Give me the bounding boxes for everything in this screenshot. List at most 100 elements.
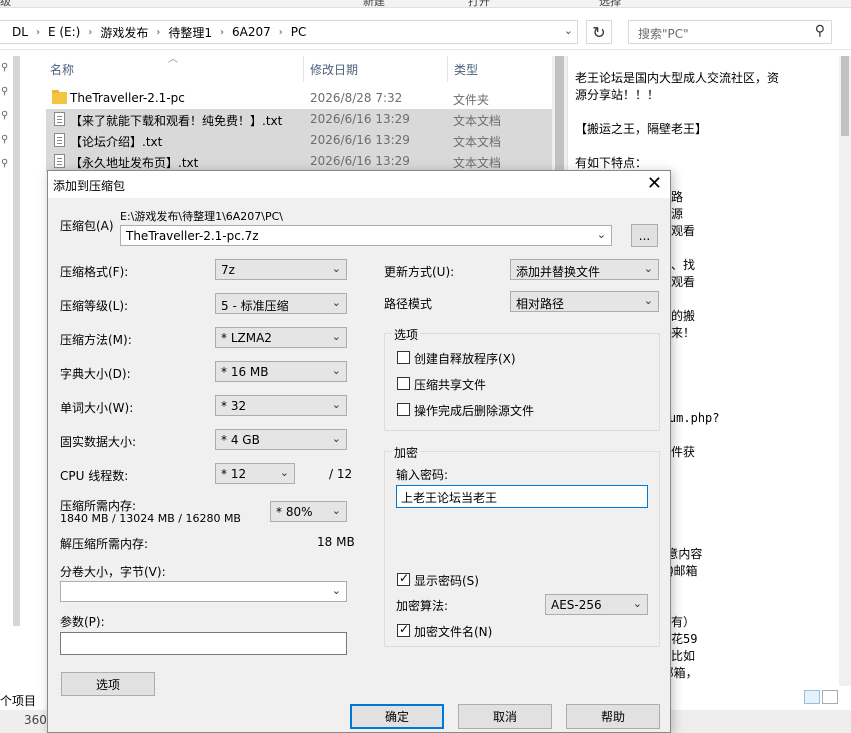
crumb-drive[interactable]: E (E:) — [43, 25, 85, 39]
chevron-down-icon[interactable]: ⌄ — [332, 584, 341, 597]
split-select[interactable]: ⌄ — [60, 581, 347, 602]
search-icon[interactable]: ⚲ — [815, 23, 825, 39]
sfx-label[interactable]: 创建自释放程序(X) — [414, 350, 516, 367]
pin-icon[interactable]: ⚲ — [1, 62, 8, 73]
params-input[interactable] — [60, 632, 347, 655]
chevron-down-icon[interactable]: ⌄ — [332, 432, 341, 445]
refresh-button[interactable]: ↻ — [586, 20, 612, 44]
column-header-date[interactable]: 修改日期 — [310, 61, 358, 85]
word-select[interactable]: * 32 ⌄ — [215, 395, 347, 416]
preview-line: 老王论坛是国内大型成人交流社区，资 — [575, 71, 780, 85]
password-value[interactable]: 上老王论坛当老王 — [401, 489, 497, 506]
chevron-right-icon[interactable]: › — [276, 27, 286, 38]
method-select[interactable]: * LZMA2 ⌄ — [215, 327, 347, 348]
update-select[interactable]: 添加并替换文件 ⌄ — [510, 259, 659, 280]
format-value: 7z — [221, 263, 235, 277]
refresh-icon: ↻ — [592, 22, 606, 42]
show-password-label[interactable]: 显示密码(S) — [414, 572, 479, 589]
search-placeholder: 搜索"PC" — [638, 27, 689, 41]
chevron-down-icon[interactable]: ⌄ — [332, 330, 341, 343]
details-view-icon[interactable] — [804, 690, 820, 704]
ribbon-item[interactable]: 级 — [0, 0, 11, 7]
crumb-folder[interactable]: 游戏发布 — [95, 24, 153, 41]
cancel-button[interactable]: 取消 — [458, 704, 552, 729]
chevron-down-icon[interactable]: ⌄ — [332, 504, 341, 517]
file-row[interactable]: TheTraveller-2.1-pc 2026/8/28 7:32 文件夹 — [46, 88, 552, 109]
show-password-checkbox[interactable] — [397, 571, 410, 586]
chevron-down-icon[interactable]: ⌄ — [332, 296, 341, 309]
close-icon[interactable]: ✕ — [647, 173, 662, 194]
pathmode-select[interactable]: 相对路径 ⌄ — [510, 291, 659, 312]
file-row[interactable]: 【来了就能下载和观看！纯免费！】.txt 2026/6/16 13:29 文本文档 — [46, 109, 552, 130]
chevron-down-icon[interactable]: ⌄ — [644, 294, 653, 307]
crumb-folder[interactable]: 待整理1 — [163, 24, 217, 41]
encrypt-names-checkbox[interactable] — [397, 622, 410, 637]
decomp-label: 解压缩所需内存: — [60, 537, 149, 551]
chevron-down-icon[interactable]: ⌄ — [332, 398, 341, 411]
delete-after-checkbox[interactable] — [397, 403, 410, 416]
pin-icon[interactable]: ⚲ — [1, 134, 8, 145]
word-value: * 32 — [221, 399, 247, 413]
nav-scrollbar[interactable] — [13, 56, 20, 626]
chevron-right-icon[interactable]: › — [33, 27, 43, 38]
file-row[interactable]: 【论坛介绍】.txt 2026/6/16 13:29 文本文档 — [46, 130, 552, 151]
breadcrumb[interactable]: DL › E (E:) › 游戏发布 › 待整理1 › 6A207 › PC ⌄ — [0, 20, 578, 44]
archive-name-combo[interactable]: TheTraveller-2.1-pc.7z ⌄ — [120, 225, 612, 246]
search-input[interactable]: 搜索"PC" ⚲ — [628, 20, 832, 44]
column-header-name[interactable]: 名称 — [50, 61, 74, 85]
ribbon-item[interactable]: 选择 — [599, 0, 621, 7]
chevron-down-icon[interactable]: ⌄ — [633, 597, 642, 610]
scrollbar-thumb[interactable] — [555, 56, 564, 176]
dialog-title-bar[interactable]: 添加到压缩包 ✕ — [48, 171, 670, 198]
chevron-right-icon[interactable]: › — [153, 27, 163, 38]
scrollbar-thumb[interactable] — [841, 56, 849, 136]
algo-select[interactable]: AES-256 ⌄ — [545, 594, 648, 615]
chevron-right-icon[interactable]: › — [217, 27, 227, 38]
level-select[interactable]: 5 - 标准压缩 ⌄ — [215, 293, 347, 314]
help-button[interactable]: 帮助 — [566, 704, 660, 729]
chevron-right-icon[interactable]: › — [85, 27, 95, 38]
options-button[interactable]: 选项 — [61, 672, 155, 696]
preview-line: 源分享站！！！ — [575, 88, 660, 102]
preview-scrollbar[interactable] — [839, 56, 851, 686]
large-icons-view-icon[interactable] — [822, 690, 838, 704]
crumb-dl[interactable]: DL — [0, 25, 33, 39]
delete-after-label[interactable]: 操作完成后删除源文件 — [414, 402, 534, 419]
chevron-down-icon[interactable]: ⌄ — [644, 262, 653, 275]
ok-button[interactable]: 确定 — [350, 704, 444, 729]
dict-select[interactable]: * 16 MB ⌄ — [215, 361, 347, 382]
mem-pct-select[interactable]: * 80% ⌄ — [270, 501, 347, 522]
ribbon-item[interactable]: 新建 — [363, 0, 385, 7]
file-name[interactable]: 【来了就能下载和观看！纯免费！】.txt — [70, 112, 282, 129]
column-divider[interactable] — [303, 56, 304, 82]
file-name[interactable]: TheTraveller-2.1-pc — [70, 91, 185, 105]
browse-button[interactable]: ... — [631, 224, 658, 247]
format-select[interactable]: 7z ⌄ — [215, 259, 347, 280]
archive-name-value[interactable]: TheTraveller-2.1-pc.7z — [126, 229, 259, 243]
chevron-down-icon[interactable]: ⌄ — [564, 24, 573, 37]
pin-icon[interactable]: ⚲ — [1, 158, 8, 169]
password-input[interactable]: 上老王论坛当老王 — [396, 485, 648, 508]
shared-checkbox[interactable] — [397, 377, 410, 390]
chevron-down-icon[interactable]: ⌄ — [332, 262, 341, 275]
ribbon-item[interactable]: 打开 — [468, 0, 490, 7]
file-name[interactable]: 【论坛介绍】.txt — [70, 133, 162, 150]
column-header-type[interactable]: 类型 — [454, 61, 478, 85]
file-name[interactable]: 【永久地址发布页】.txt — [70, 154, 198, 171]
crumb-current[interactable]: PC — [286, 25, 312, 39]
cpu-select[interactable]: * 12 ⌄ — [215, 463, 295, 484]
chevron-down-icon[interactable]: ⌄ — [280, 466, 289, 479]
chevron-down-icon[interactable]: ⌄ — [597, 228, 606, 241]
pin-icon[interactable]: ⚲ — [1, 110, 8, 121]
sfx-checkbox[interactable] — [397, 351, 410, 364]
pin-icon[interactable]: ⚲ — [1, 86, 8, 97]
shared-label[interactable]: 压缩共享文件 — [414, 376, 486, 393]
solid-select[interactable]: * 4 GB ⌄ — [215, 429, 347, 450]
address-bar: DL › E (E:) › 游戏发布 › 待整理1 › 6A207 › PC ⌄… — [0, 14, 851, 50]
encrypt-names-label[interactable]: 加密文件名(N) — [414, 623, 492, 640]
taskbar-item[interactable]: 360 — [24, 713, 47, 727]
chevron-down-icon[interactable]: ⌄ — [332, 364, 341, 377]
column-divider[interactable] — [447, 56, 448, 82]
crumb-folder[interactable]: 6A207 — [227, 25, 276, 39]
file-row[interactable]: 【永久地址发布页】.txt 2026/6/16 13:29 文本文档 — [46, 151, 552, 172]
